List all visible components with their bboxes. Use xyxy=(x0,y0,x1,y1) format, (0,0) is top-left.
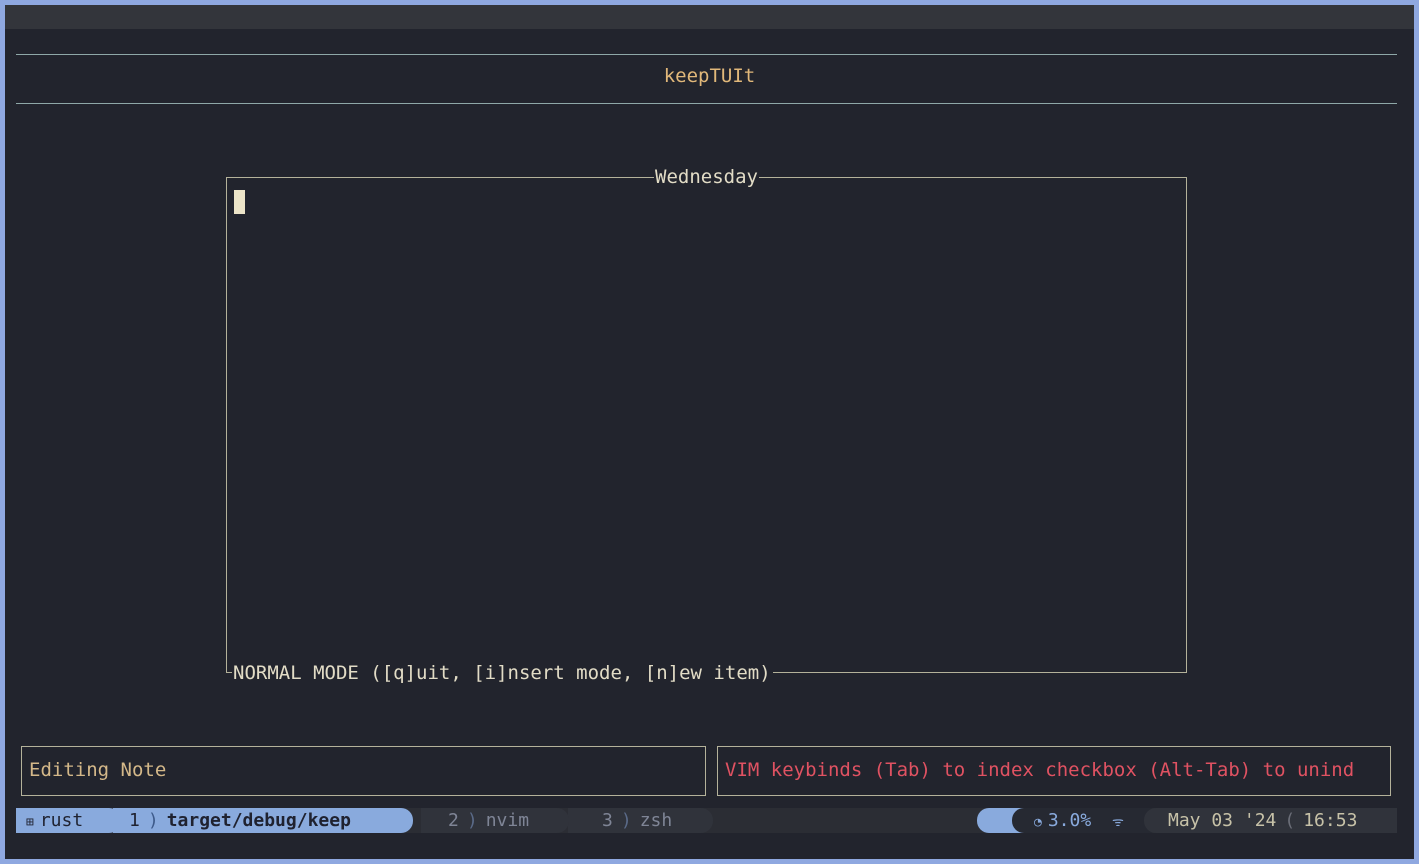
grid-icon: ⊞ xyxy=(26,815,34,830)
separator: ( xyxy=(1284,810,1296,831)
gauge-icon: ◔ xyxy=(1034,815,1042,830)
window-name: nvim xyxy=(485,810,530,831)
cpu-usage: 3.0% xyxy=(1047,810,1092,831)
tmux-statusbar: 3) zsh 2) nvim 1) target/debug/keep ⊞ rust ◔… xyxy=(16,808,1397,833)
status-panel-keybinds: VIM keybinds (Tab) to index checkbox (Al… xyxy=(717,746,1391,796)
separator: ) xyxy=(147,810,159,831)
separator: ) xyxy=(466,810,478,831)
tmux-window-1-active[interactable]: 1) target/debug/keep xyxy=(113,808,413,833)
window-name: zsh xyxy=(639,810,673,831)
header-bottom-rule xyxy=(16,103,1397,104)
window-index: 1 xyxy=(129,810,140,831)
terminal-window: keepTUIt Wednesday NORMAL MODE ([q]uit, … xyxy=(5,5,1414,859)
note-editor[interactable]: Wednesday NORMAL MODE ([q]uit, [i]nsert … xyxy=(226,166,1187,684)
mode-hint: NORMAL MODE ([q]uit, [i]nsert mode, [n]e… xyxy=(232,662,773,684)
window-index: 2 xyxy=(448,810,459,831)
separator: ) xyxy=(620,810,632,831)
session-name: rust xyxy=(39,810,84,831)
window-titlebar[interactable] xyxy=(5,5,1414,29)
status-panel-editing: Editing Note xyxy=(21,746,706,796)
tmux-session[interactable]: ⊞ rust xyxy=(16,808,121,833)
header-top-rule xyxy=(16,54,1397,55)
note-title: Wednesday xyxy=(654,166,759,188)
tmux-window-2[interactable]: 2) nvim xyxy=(421,808,569,833)
text-cursor xyxy=(234,190,245,214)
date: May 03 '24 xyxy=(1168,810,1277,831)
note-title-wrap: Wednesday xyxy=(227,166,1186,188)
window-name: target/debug/keep xyxy=(166,810,351,831)
wifi-icon: ᯤ xyxy=(1112,815,1124,830)
window-index: 3 xyxy=(602,810,613,831)
time: 16:53 xyxy=(1303,810,1358,831)
tmux-window-3[interactable]: 3) zsh xyxy=(568,808,713,833)
system-stats: ◔ 3.0% ᯤ xyxy=(1012,808,1152,833)
app-title: keepTUIt xyxy=(663,65,756,87)
date-time: May 03 '24 (16:53 xyxy=(1144,808,1397,833)
